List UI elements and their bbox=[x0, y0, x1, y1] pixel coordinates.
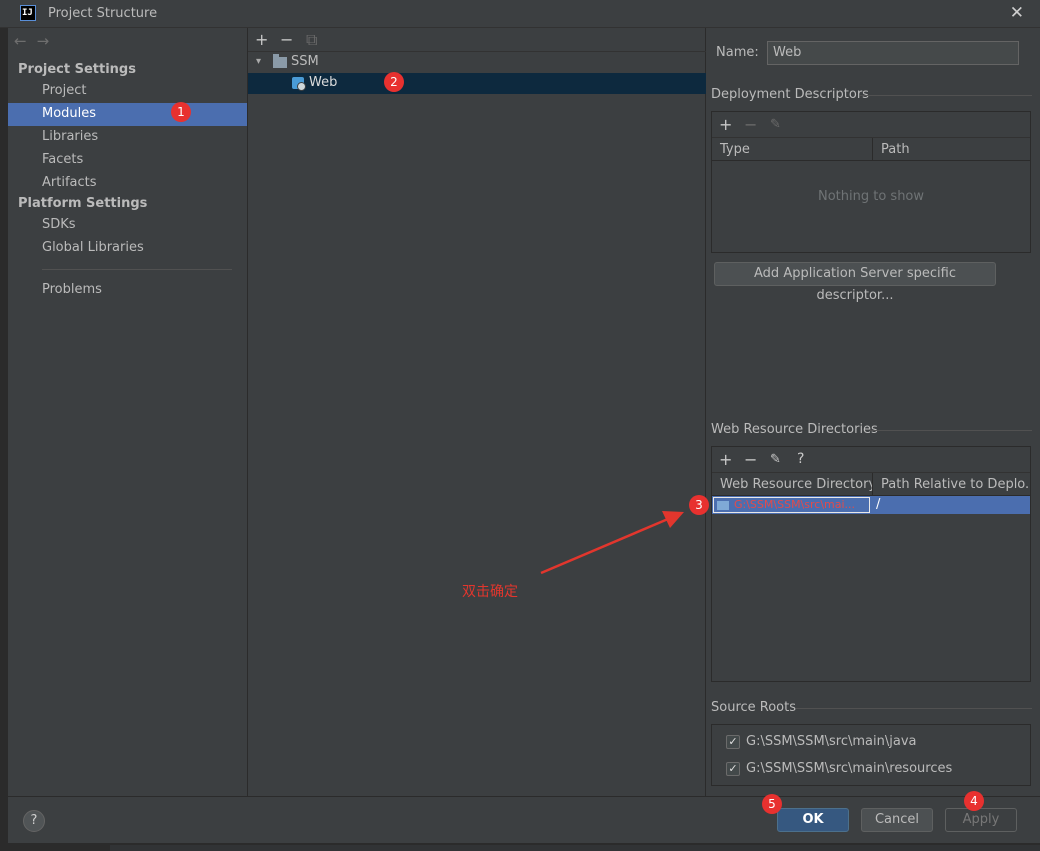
step-badge-2: 2 bbox=[384, 72, 404, 92]
cancel-button[interactable]: Cancel bbox=[861, 808, 933, 832]
ok-button[interactable]: OK bbox=[777, 808, 849, 832]
deployment-descriptors-table: + − ✎ Type Path Nothing to show bbox=[711, 111, 1031, 253]
step-badge-5: 5 bbox=[762, 794, 782, 814]
annotation-note: 双击确定 bbox=[462, 584, 518, 600]
step-badge-4: 4 bbox=[964, 791, 984, 811]
source-roots-list: ✓ G:\SSM\SSM\src\main\java ✓ G:\SSM\SSM\… bbox=[711, 724, 1031, 786]
help-button[interactable]: ? bbox=[23, 810, 45, 832]
title-bar: IJ Project Structure ✕ bbox=[0, 0, 1040, 28]
dialog-footer: ? OK Cancel Apply bbox=[8, 796, 1040, 843]
step-badge-1: 1 bbox=[171, 102, 191, 122]
close-icon[interactable]: ✕ bbox=[1010, 3, 1024, 23]
nav-item-libraries[interactable]: Libraries bbox=[8, 126, 247, 149]
table-header: Type Path bbox=[712, 138, 1030, 161]
java-root-checkbox[interactable]: ✓ bbox=[726, 735, 740, 749]
nav-item-problems[interactable]: Problems bbox=[8, 279, 247, 302]
project-settings-header: Project Settings bbox=[18, 62, 136, 77]
history-arrows: ← → bbox=[14, 32, 59, 50]
nav-item-modules[interactable]: Modules bbox=[8, 103, 247, 126]
relative-path-value[interactable]: / bbox=[876, 497, 880, 513]
settings-nav: ← → Project Settings Project Modules Libr… bbox=[8, 28, 248, 796]
tree-node-ssm[interactable]: ▾ SSM bbox=[248, 52, 706, 73]
add-icon[interactable]: + bbox=[255, 30, 268, 49]
module-tree-panel: + − ⧉ ▾ SSM Web bbox=[248, 28, 706, 796]
edit-pencil-icon[interactable]: ✎ bbox=[770, 452, 781, 467]
directory-value: G:\SSM\SSM\src\mai... bbox=[734, 498, 856, 511]
web-resource-directories-table: + − ✎ ? Web Resource Directory Path Rela… bbox=[711, 446, 1031, 682]
chevron-down-icon[interactable]: ▾ bbox=[256, 52, 261, 72]
column-path-relative[interactable]: Path Relative to Deplo... bbox=[872, 473, 1030, 496]
background-strip-bottom bbox=[0, 843, 1040, 851]
remove-icon[interactable]: − bbox=[744, 115, 757, 134]
folder-icon bbox=[717, 501, 729, 510]
edit-pencil-icon[interactable]: ✎ bbox=[770, 117, 781, 132]
facet-details-panel: Name: Web Deployment Descriptors + − ✎ T… bbox=[706, 28, 1040, 796]
column-type[interactable]: Type bbox=[712, 138, 872, 161]
nav-item-sdks[interactable]: SDKs bbox=[8, 214, 247, 237]
forward-arrow-icon[interactable]: → bbox=[37, 32, 50, 50]
section-divider bbox=[860, 95, 1032, 96]
tree-node-label: SSM bbox=[291, 54, 319, 69]
web-resource-directories-title: Web Resource Directories bbox=[711, 422, 878, 437]
step-badge-3: 3 bbox=[689, 495, 709, 515]
resources-root-checkbox[interactable]: ✓ bbox=[726, 762, 740, 776]
empty-state: Nothing to show bbox=[817, 189, 925, 204]
nav-divider bbox=[42, 269, 232, 270]
table-row[interactable]: G:\SSM\SSM\src\mai... / bbox=[712, 496, 1030, 514]
background-strip-left bbox=[0, 28, 8, 851]
source-roots-title: Source Roots bbox=[711, 700, 797, 715]
web-resources-toolbar: + − ✎ ? bbox=[712, 447, 1030, 473]
tree-node-label: Web bbox=[309, 75, 338, 90]
nav-item-global-libraries[interactable]: Global Libraries bbox=[8, 237, 247, 260]
name-field[interactable]: Web bbox=[767, 41, 1019, 65]
nav-item-artifacts[interactable]: Artifacts bbox=[8, 172, 247, 195]
add-icon[interactable]: + bbox=[719, 115, 732, 134]
section-divider bbox=[870, 430, 1032, 431]
source-root-path: G:\SSM\SSM\src\main\java bbox=[746, 734, 917, 749]
descriptors-toolbar: + − ✎ bbox=[712, 112, 1030, 138]
source-root-path: G:\SSM\SSM\src\main\resources bbox=[746, 761, 953, 776]
module-folder-icon bbox=[273, 54, 287, 68]
back-arrow-icon[interactable]: ← bbox=[14, 32, 27, 50]
section-divider bbox=[796, 708, 1032, 709]
tree-node-web[interactable]: Web bbox=[248, 73, 706, 94]
remove-icon[interactable]: − bbox=[744, 450, 757, 469]
column-web-resource-directory[interactable]: Web Resource Directory bbox=[712, 473, 872, 496]
name-label: Name: bbox=[716, 45, 759, 60]
tree-toolbar: + − ⧉ bbox=[248, 28, 706, 52]
add-icon[interactable]: + bbox=[719, 450, 732, 469]
deployment-descriptors-title: Deployment Descriptors bbox=[711, 87, 869, 102]
web-facet-icon bbox=[292, 77, 306, 91]
remove-icon[interactable]: − bbox=[280, 30, 293, 49]
nav-item-project[interactable]: Project bbox=[8, 80, 247, 103]
table-header: Web Resource Directory Path Relative to … bbox=[712, 473, 1030, 496]
apply-button[interactable]: Apply bbox=[945, 808, 1017, 832]
help-icon[interactable]: ? bbox=[797, 451, 804, 467]
window-title: Project Structure bbox=[48, 6, 158, 21]
nav-item-facets[interactable]: Facets bbox=[8, 149, 247, 172]
directory-cell-editor[interactable]: G:\SSM\SSM\src\mai... bbox=[713, 497, 870, 513]
column-path[interactable]: Path bbox=[872, 138, 1030, 161]
platform-settings-header: Platform Settings bbox=[18, 196, 148, 211]
add-server-descriptor-button[interactable]: Add Application Server specific descript… bbox=[714, 262, 996, 303]
copy-icon[interactable]: ⧉ bbox=[306, 30, 317, 50]
intellij-icon: IJ bbox=[20, 5, 36, 21]
